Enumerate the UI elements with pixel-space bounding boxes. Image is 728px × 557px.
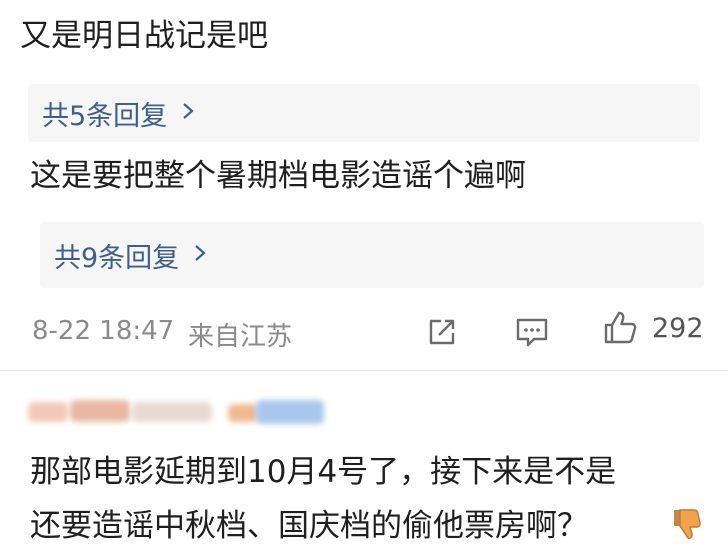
comment-text-line-2: 还要造谣中秋档、国庆档的偷他票房啊？ bbox=[30, 508, 588, 544]
chevron-right-icon bbox=[181, 101, 195, 125]
view-replies-button[interactable]: 共5条回复 bbox=[28, 84, 700, 142]
divider bbox=[0, 370, 728, 371]
comment-location: 来自江苏 bbox=[188, 322, 293, 352]
like-count: 292 bbox=[652, 312, 704, 344]
replies-count-label: 共5条回复 bbox=[42, 100, 168, 132]
share-icon[interactable] bbox=[420, 310, 464, 354]
comment-text: 这是要把整个暑期档电影造谣个遍啊 bbox=[30, 158, 526, 194]
comment-text-line-1: 那部电影延期到10月4号了，接下来是不是 bbox=[30, 454, 617, 490]
comment-timestamp: 8-22 18:47 bbox=[32, 316, 175, 346]
comment-text: 又是明日战记是吧 bbox=[20, 18, 268, 54]
thumbs-down-emoji-icon bbox=[666, 504, 706, 544]
view-replies-button[interactable]: 共9条回复 bbox=[40, 222, 704, 288]
replies-count-label: 共9条回复 bbox=[54, 242, 180, 274]
redacted-username bbox=[28, 398, 328, 426]
chevron-right-icon bbox=[193, 243, 207, 267]
comment-icon[interactable] bbox=[510, 310, 554, 354]
like-icon bbox=[600, 308, 640, 348]
like-button[interactable]: 292 bbox=[600, 308, 704, 348]
